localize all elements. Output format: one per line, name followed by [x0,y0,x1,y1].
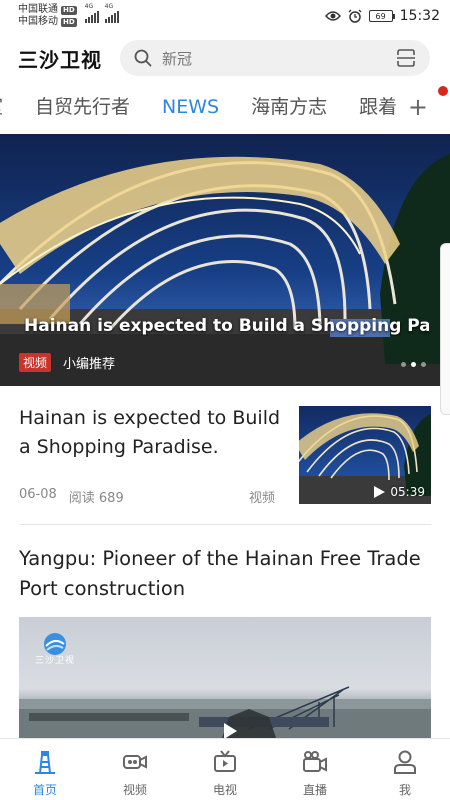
hd-badge: HD [61,17,77,27]
nav-label: 我 [398,783,411,797]
article-title[interactable]: Hainan is expected to Build a Shopping P… [19,404,284,462]
side-scroll-handle[interactable] [440,243,450,415]
video-preview-image [19,686,431,747]
video-tag: 视频 [19,353,52,372]
plus-icon[interactable]: + [408,95,428,119]
nav-live[interactable]: 直播 [270,739,360,800]
search-bar[interactable]: 新冠 [120,40,430,76]
article-meta: 06-08 阅读 689 视频 [19,487,275,506]
news-list-item[interactable]: Hainan is expected to Build a Shopping P… [19,404,431,522]
article-type: 视频 [248,491,275,506]
app-header: 三沙卫视 新冠 [0,38,450,78]
tab-track: 室 自贸先行者 NEWS 海南方志 跟着 [0,86,397,128]
live-camera-icon [303,751,327,772]
article-reads: 阅读 689 [68,491,124,506]
scan-icon[interactable] [396,49,416,67]
nav-video[interactable]: 视频 [90,739,180,800]
channel-logo-text: 三沙卫视 [35,656,76,666]
status-right: 69 15:32 [324,8,440,24]
carrier-info: 中国联通 HD 中国移动 HD [18,4,77,28]
nav-label: 电视 [212,783,237,797]
brand-logo[interactable]: 三沙卫视 [18,44,102,73]
bottom-navigation: 首页 视频 电视 直播 我 [0,738,450,800]
article-date: 06-08 [19,487,57,502]
article-title[interactable]: Yangpu: Pioneer of the Hainan Free Trade… [19,544,431,604]
network-type: 4G [104,3,114,10]
nav-me[interactable]: 我 [360,739,450,800]
duration-text: 05:39 [390,485,425,499]
battery-level: 69 [375,11,386,21]
nav-label: 视频 [122,783,147,797]
tab-free-trade-pioneer[interactable]: 自贸先行者 [35,86,130,128]
network-type: 4G [84,3,94,10]
nav-home[interactable]: 首页 [0,739,90,800]
banner-meta: 视频 小编推荐 [19,353,115,372]
clock-time: 15:32 [399,8,440,24]
video-icon [123,755,147,769]
video-duration: 05:39 [374,485,425,499]
nav-label: 直播 [302,783,327,797]
carrier-name-1: 中国联通 [18,4,58,15]
banner-image [0,154,450,386]
hd-badge: HD [61,5,77,15]
carousel-dots [401,362,426,367]
eye-icon [324,11,341,21]
carrier-name-2: 中国移动 [18,16,58,27]
banner-title[interactable]: Hainan is expected to Build a Shopping P… [24,316,429,336]
tv-icon [214,750,236,772]
battery-icon: 69 [368,10,395,22]
user-icon [394,750,416,774]
signal-icon: 4G [104,3,119,23]
lighthouse-icon [35,751,55,774]
featured-banner[interactable]: Hainan is expected to Build a Shopping P… [0,134,450,386]
notification-dot [438,86,448,96]
carousel-dot-active[interactable] [411,362,416,367]
signal-strength: 4G 4G [84,3,119,23]
article-thumbnail[interactable]: 05:39 [299,406,431,504]
banner-subtitle: 小编推荐 [63,357,116,372]
signal-icon: 4G [84,3,99,23]
carousel-dot[interactable] [421,362,426,367]
search-input[interactable]: 新冠 [162,48,396,69]
article-video-preview[interactable]: 三沙卫视 [19,617,431,747]
search-icon [134,49,152,67]
alarm-icon [348,9,362,23]
tab-hainan-chronicles[interactable]: 海南方志 [251,86,327,128]
tab-news[interactable]: NEWS [162,86,219,128]
carousel-dot[interactable] [401,362,406,367]
list-divider [19,524,431,525]
category-tabs: 室 自贸先行者 NEWS 海南方志 跟着 + [0,86,450,128]
status-bar: 中国联通 HD 中国移动 HD 4G 4G 69 15:32 [0,0,450,32]
nav-label: 首页 [32,783,57,797]
tab-partial-left[interactable]: 室 [0,86,3,128]
play-icon [374,486,386,498]
nav-tv[interactable]: 电视 [180,739,270,800]
